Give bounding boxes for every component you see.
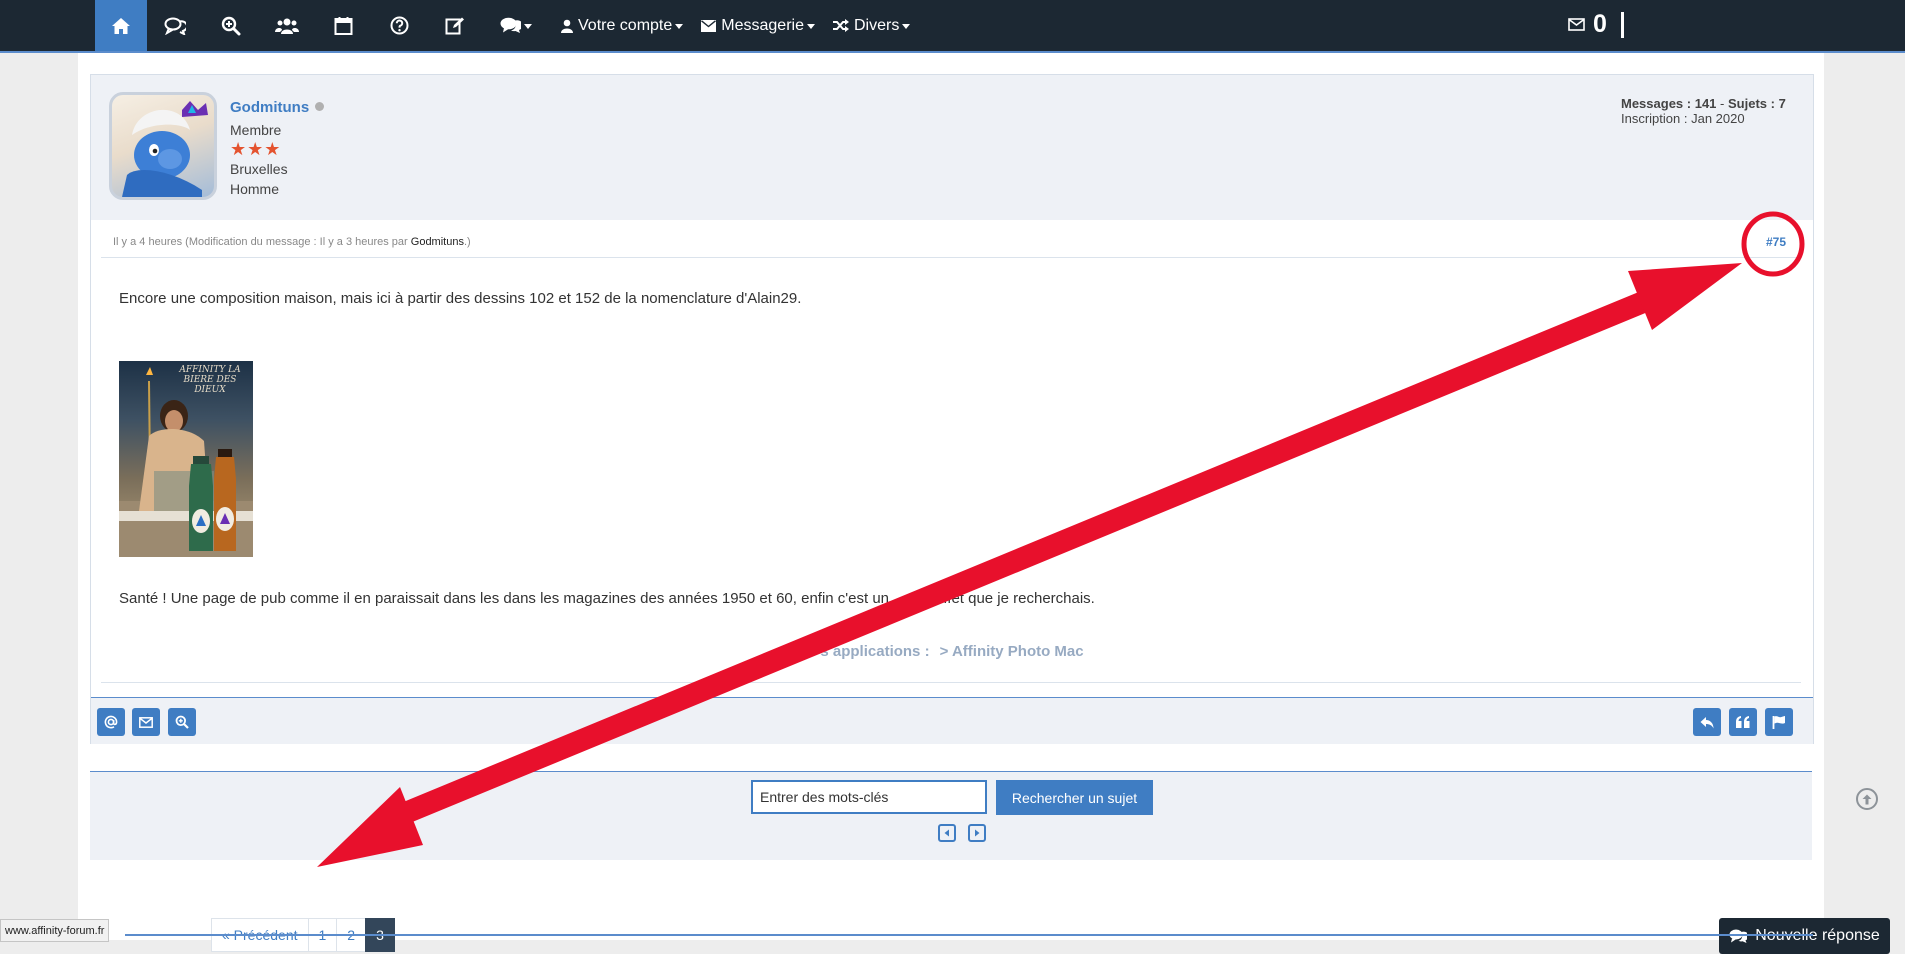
chevron-down-icon: [902, 24, 911, 29]
mail-icon: [1568, 18, 1585, 31]
username[interactable]: Godmituns: [230, 99, 309, 116]
page-content: Godmituns Membre ★★★ Bruxelles Homme Mes…: [78, 53, 1890, 954]
next-topic-button[interactable]: [968, 824, 986, 842]
divider: [101, 682, 1801, 683]
nav-divider: [1620, 11, 1624, 38]
stats-messages-label: Messages :: [1621, 96, 1692, 111]
stats-messages: 141: [1694, 96, 1717, 111]
signature-applications: s applications : > Affinity Photo Mac: [91, 643, 1813, 660]
user-gender: Homme: [230, 181, 280, 197]
search-input[interactable]: [751, 780, 987, 814]
forum-post: Godmituns Membre ★★★ Bruxelles Homme Mes…: [90, 74, 1814, 744]
at-icon: [104, 715, 118, 729]
nav-account-label: Votre compte: [578, 16, 673, 34]
user-search-button[interactable]: [168, 708, 196, 736]
user-city: Bruxelles: [230, 161, 288, 177]
status-bar-url: www.affinity-forum.fr: [0, 919, 110, 942]
home-icon: [112, 17, 130, 34]
beer-ad-image[interactable]: AFFINITY LA BIERE DES DIEUX: [119, 361, 253, 557]
post-author-panel: Godmituns Membre ★★★ Bruxelles Homme Mes…: [91, 75, 1813, 220]
post-text-right: effet que je recherchais.: [935, 590, 1095, 607]
post-number-link[interactable]: #75: [1766, 235, 1786, 249]
mention-button[interactable]: [97, 708, 125, 736]
divider: [125, 934, 1813, 936]
chevron-down-icon: [524, 24, 532, 29]
nav-forums[interactable]: [147, 0, 203, 51]
calendar-icon: [334, 17, 352, 35]
nav-home[interactable]: [95, 0, 147, 51]
caret-right-icon: [975, 829, 980, 837]
nav-search[interactable]: [203, 0, 259, 51]
image-caption: AFFINITY LA BIERE DES DIEUX: [179, 365, 241, 395]
stats-signup: Jan 2020: [1691, 111, 1745, 126]
envelope-icon: [139, 716, 153, 728]
post-meta: Il y a 4 heures (Modification du message…: [113, 236, 471, 248]
flag-icon: [1772, 716, 1785, 729]
new-reply-button[interactable]: Nouvelle réponse: [1719, 918, 1890, 954]
post-text-left: Santé ! Une page de pub comme il en para…: [119, 590, 890, 607]
post-text: Encore une composition maison, mais ici …: [119, 290, 802, 307]
nav-messages[interactable]: Messagerie: [689, 0, 821, 51]
stats-subjects: 7: [1778, 96, 1786, 111]
caret-left-icon: [944, 829, 949, 837]
user-stats: Messages : 141 - Sujets : 7 Inscription …: [1621, 96, 1786, 126]
nav-members[interactable]: [259, 0, 315, 51]
mail-count: 0: [1593, 10, 1607, 38]
smurf-avatar-image: [122, 101, 208, 197]
comments-dropdown-icon: [500, 17, 521, 33]
reply-icon: [1700, 716, 1714, 728]
user-icon: [561, 19, 573, 33]
nav-misc[interactable]: Divers: [821, 0, 916, 51]
top-navbar: Votre compte Messagerie Divers 0: [0, 0, 1905, 53]
search-button[interactable]: Rechercher un sujet: [996, 780, 1153, 815]
previous-topic-button[interactable]: [938, 824, 956, 842]
chevron-down-icon: [806, 24, 815, 29]
post-actions-bar: [91, 697, 1813, 744]
avatar[interactable]: [109, 92, 217, 200]
nav-help[interactable]: [371, 0, 427, 51]
post-meta-time: Il y a 4 heures (Modification du message…: [113, 236, 411, 248]
nav-discussions[interactable]: [483, 0, 549, 51]
chevron-down-icon: [675, 24, 684, 29]
scroll-to-top-button[interactable]: [1856, 788, 1878, 810]
envelope-icon: [701, 19, 717, 32]
new-reply-label: Nouvelle réponse: [1755, 927, 1880, 944]
rank-stars-icon: ★★★: [230, 139, 282, 159]
nav-account[interactable]: Votre compte: [549, 0, 689, 51]
zoom-in-icon: [175, 715, 189, 729]
search-bar: Rechercher un sujet: [90, 771, 1812, 860]
arrow-up-icon: [1862, 794, 1872, 804]
comments-icon: [1729, 929, 1748, 943]
quote-button[interactable]: [1729, 708, 1757, 736]
chat-bubbles-icon: [164, 17, 186, 35]
post-meta-editor[interactable]: Godmituns: [411, 236, 464, 248]
mail-notification[interactable]: 0: [1568, 10, 1624, 39]
nav-calendar[interactable]: [315, 0, 371, 51]
nav-new-post[interactable]: [427, 0, 483, 51]
private-message-button[interactable]: [132, 708, 160, 736]
quote-icon: [1736, 716, 1750, 728]
nav-menu: Votre compte Messagerie Divers: [95, 0, 916, 51]
reply-button[interactable]: [1693, 708, 1721, 736]
post-meta-end: .): [463, 236, 471, 248]
user-role: Membre: [230, 122, 282, 138]
nav-messages-label: Messagerie: [721, 16, 804, 34]
users-icon: [275, 18, 299, 34]
divider: [101, 257, 1801, 258]
stats-subjects-label: Sujets :: [1727, 96, 1775, 111]
offline-status-icon: [315, 102, 324, 111]
stats-signup-label: Inscription :: [1621, 111, 1688, 126]
apps-label: s applications :: [820, 643, 930, 660]
post-text: Santé ! Une page de pub comme il en para…: [119, 590, 1095, 607]
shuffle-icon: [832, 19, 849, 32]
nav-misc-label: Divers: [853, 16, 900, 34]
report-button[interactable]: [1765, 708, 1793, 736]
edit-icon: [445, 17, 464, 35]
apps-value[interactable]: > Affinity Photo Mac: [940, 643, 1084, 660]
help-circle-icon: [390, 16, 408, 35]
zoom-in-icon: [221, 16, 241, 35]
